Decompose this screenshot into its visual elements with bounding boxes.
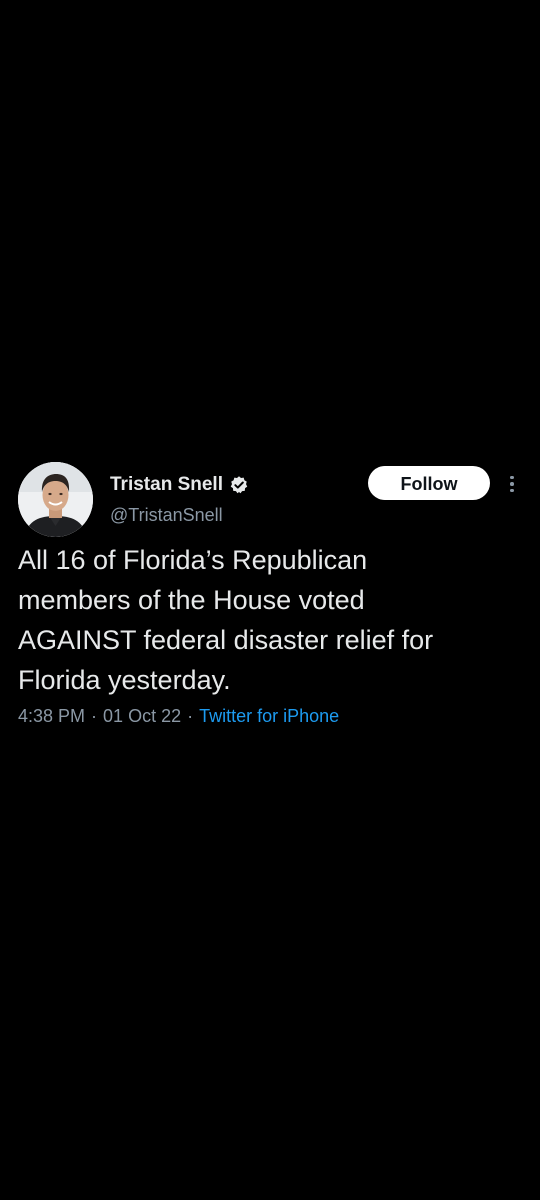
tweet-time[interactable]: 4:38 PM [18, 706, 85, 727]
author-handle[interactable]: @TristanSnell [110, 505, 223, 526]
author-display-name[interactable]: Tristan Snell [110, 474, 223, 496]
tweet-text: All 16 of Florida’s Republican members o… [18, 545, 434, 695]
verified-badge-icon [229, 475, 249, 495]
tweet-card: Tristan Snell @TristanSnell Follow All 1… [0, 460, 540, 750]
follow-button[interactable]: Follow [368, 466, 490, 500]
meta-separator: · [91, 706, 98, 726]
tweet-date[interactable]: 01 Oct 22 [103, 706, 181, 727]
meta-separator: · [187, 706, 194, 726]
more-vertical-icon[interactable] [500, 472, 524, 496]
author-name-row: Tristan Snell [110, 472, 249, 498]
avatar-photo [18, 462, 93, 537]
tweet-meta: 4:38 PM · 01 Oct 22 · Twitter for iPhone [18, 706, 339, 727]
tweet-source-link[interactable]: Twitter for iPhone [199, 706, 339, 727]
avatar[interactable] [18, 462, 93, 537]
